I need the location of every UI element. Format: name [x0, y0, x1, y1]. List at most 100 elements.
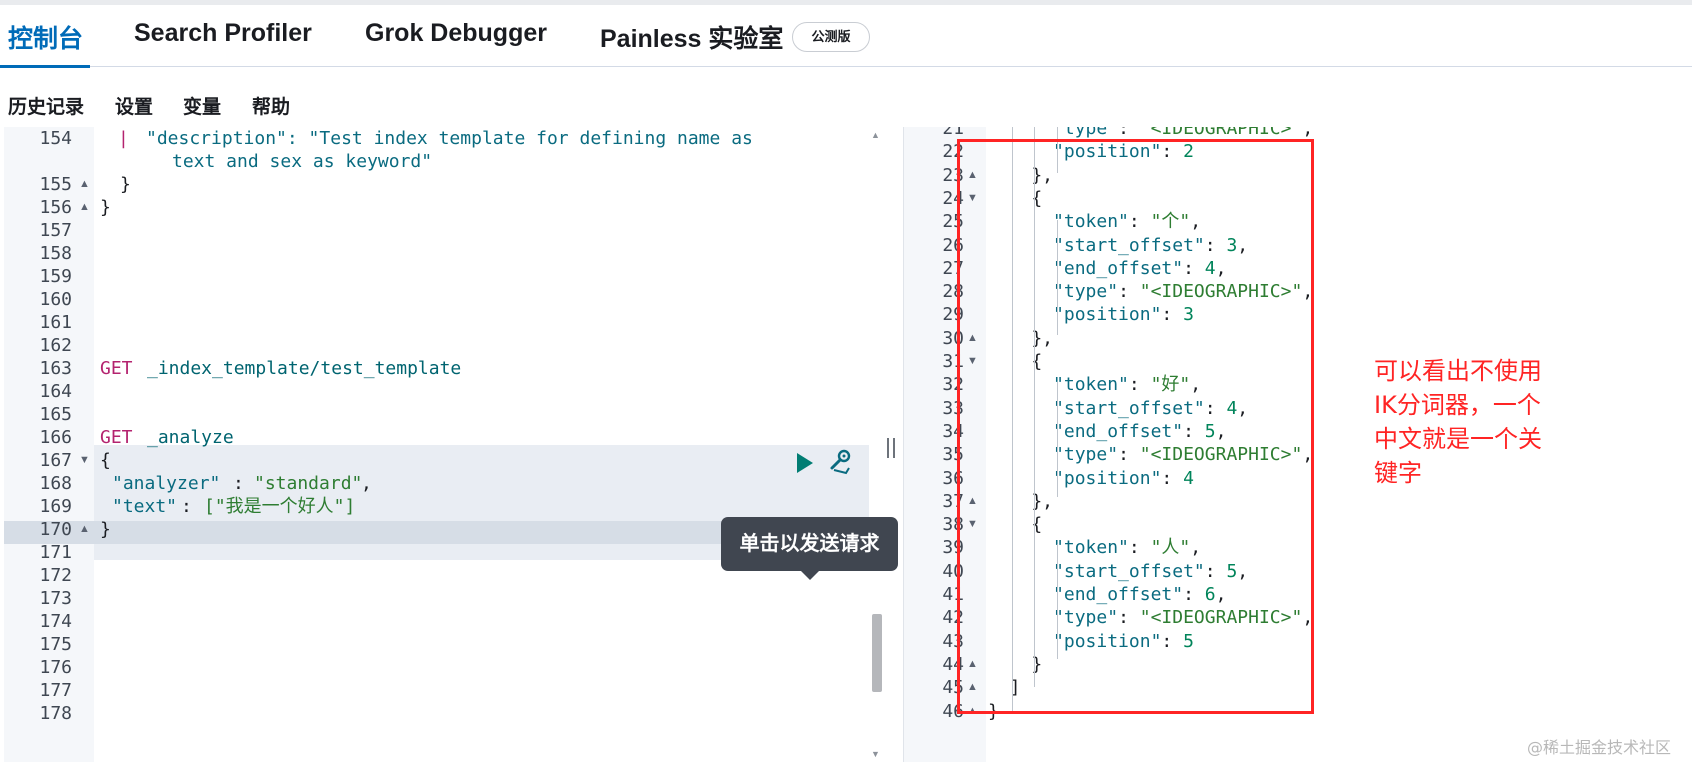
fold-up-icon[interactable]: ▲ — [79, 196, 90, 219]
output-line-number: 43 — [942, 630, 964, 652]
variables-menu[interactable]: 变量 — [183, 92, 221, 119]
tab-search-profiler[interactable]: Search Profiler — [134, 19, 312, 48]
panel-resize-handle[interactable] — [887, 438, 895, 458]
line-number: 158 — [39, 243, 72, 264]
line-number: 173 — [39, 588, 72, 609]
editor-scrollbar[interactable] — [872, 614, 882, 692]
output-line-number: 38 — [942, 514, 964, 536]
response-output[interactable]: 21 "type": "<IDEOGRAPHIC>", 22 "position"… — [904, 127, 1692, 762]
output-json-line: ] — [988, 677, 1021, 699]
fold-down-icon[interactable]: ▼ — [79, 449, 90, 472]
code-text: : — [233, 473, 255, 494]
line-number: 162 — [39, 335, 72, 356]
line-number: 175 — [39, 634, 72, 655]
tab-painless-lab[interactable]: Painless 实验室 — [600, 19, 783, 55]
output-json-line: }, — [988, 164, 1054, 186]
fold-up-icon[interactable]: ▲ — [967, 327, 978, 350]
output-line-number: 33 — [942, 397, 964, 419]
output-line-number: 30 — [942, 327, 964, 349]
request-path: _index_template/test_template — [147, 358, 462, 379]
line-number: 156 — [39, 197, 72, 218]
code-text: , — [361, 473, 372, 494]
code-text: text and sex as keyword" — [172, 151, 433, 172]
output-line-number: 29 — [942, 304, 964, 326]
code-text: { — [100, 450, 111, 471]
fold-down-icon[interactable]: ▼ — [967, 513, 978, 536]
line-number: 176 — [39, 657, 72, 678]
output-line-number: 35 — [942, 444, 964, 466]
request-path: _analyze — [147, 427, 234, 448]
code-text: } — [120, 174, 131, 195]
output-json-line: "position": 5 — [1053, 630, 1194, 652]
json-key: "analyzer" — [112, 473, 221, 494]
indent-guide — [1057, 382, 1058, 497]
line-number: 157 — [39, 220, 72, 241]
output-json-line: "token": "人", — [1053, 537, 1202, 559]
output-line-number: 37 — [942, 490, 964, 512]
tooltip-arrow — [800, 570, 820, 580]
help-menu[interactable]: 帮助 — [252, 92, 290, 119]
output-line-number: 24 — [942, 187, 964, 209]
settings-menu[interactable]: 设置 — [115, 92, 153, 119]
output-json-line: }, — [988, 327, 1054, 349]
line-number: 166 — [39, 427, 72, 448]
tab-bar: 控制台 Search Profiler Grok Debugger Painle… — [0, 5, 1692, 68]
fold-up-icon[interactable]: ▲ — [967, 700, 978, 723]
output-json-line: } — [988, 700, 999, 722]
tab-console[interactable]: 控制台 — [8, 19, 83, 55]
http-method: GET — [100, 427, 133, 448]
output-line-number: 40 — [942, 560, 964, 582]
output-json-line: "end_offset": 4, — [1053, 257, 1227, 279]
fold-up-icon[interactable]: ▲ — [79, 518, 90, 541]
line-number: 163 — [39, 358, 72, 379]
output-json-line: "type": "<IDEOGRAPHIC>", — [1053, 281, 1314, 303]
line-number: 165 — [39, 404, 72, 425]
output-json-line: "token": "好", — [1053, 374, 1202, 396]
line-number: 164 — [39, 381, 72, 402]
output-line-number: 31 — [942, 351, 964, 372]
indent-guide — [1057, 220, 1058, 335]
scroll-down-icon[interactable]: ▼ — [871, 749, 880, 759]
output-json-line: "type": "<IDEOGRAPHIC>", — [1053, 127, 1314, 139]
send-request-play-icon[interactable] — [797, 453, 813, 473]
output-line-number: 39 — [942, 537, 964, 559]
fold-up-icon[interactable]: ▲ — [967, 676, 978, 699]
fold-up-icon[interactable]: ▲ — [79, 173, 90, 196]
fold-down-icon[interactable]: ▼ — [967, 187, 978, 210]
http-method: GET — [100, 358, 133, 379]
line-number: 172 — [39, 565, 72, 586]
history-menu[interactable]: 历史记录 — [8, 92, 84, 119]
output-line-number: 27 — [942, 257, 964, 279]
fold-up-icon[interactable]: ▲ — [967, 490, 978, 513]
beta-badge: 公测版 — [792, 22, 870, 52]
wrench-icon[interactable] — [826, 447, 854, 475]
fold-up-icon[interactable]: ▲ — [967, 653, 978, 676]
tab-grok-debugger[interactable]: Grok Debugger — [365, 19, 547, 48]
line-number: 161 — [39, 312, 72, 333]
output-line-number: 36 — [942, 467, 964, 489]
output-json-line: "token": "个", — [1053, 211, 1202, 233]
scroll-up-icon[interactable]: ▲ — [871, 130, 880, 140]
output-json-line: "position": 2 — [1053, 141, 1194, 163]
output-line-number: 34 — [942, 420, 964, 442]
request-editor[interactable]: 154 155 156 157 158 159 160 161 162 163 … — [4, 127, 880, 762]
output-json-line: "position": 4 — [1053, 467, 1194, 489]
line-number: 178 — [39, 703, 72, 724]
line-number: 167 — [39, 450, 72, 471]
fold-down-icon[interactable]: ▼ — [967, 350, 978, 373]
output-json-line: "type": "<IDEOGRAPHIC>", — [1053, 444, 1314, 466]
output-json-line: "start_offset": 5, — [1053, 560, 1249, 582]
annotation-note: 可以看出不使用IK分词器，一个中文就是一个关键字 — [1374, 357, 1542, 487]
json-value: ["我是一个好人"] — [204, 496, 356, 517]
indent-guide — [1034, 127, 1035, 687]
output-json-line: }, — [988, 490, 1054, 512]
output-line-number: 45 — [942, 677, 964, 699]
output-line-number: 21 — [942, 127, 964, 139]
indent-guide — [1057, 127, 1058, 173]
code-text: "description": "Test index template for … — [146, 128, 753, 149]
output-line-number: 28 — [942, 281, 964, 303]
line-number: 154 — [39, 128, 72, 149]
json-key: "text" — [112, 496, 178, 517]
code-text: } — [100, 519, 111, 540]
fold-up-icon[interactable]: ▲ — [967, 164, 978, 187]
